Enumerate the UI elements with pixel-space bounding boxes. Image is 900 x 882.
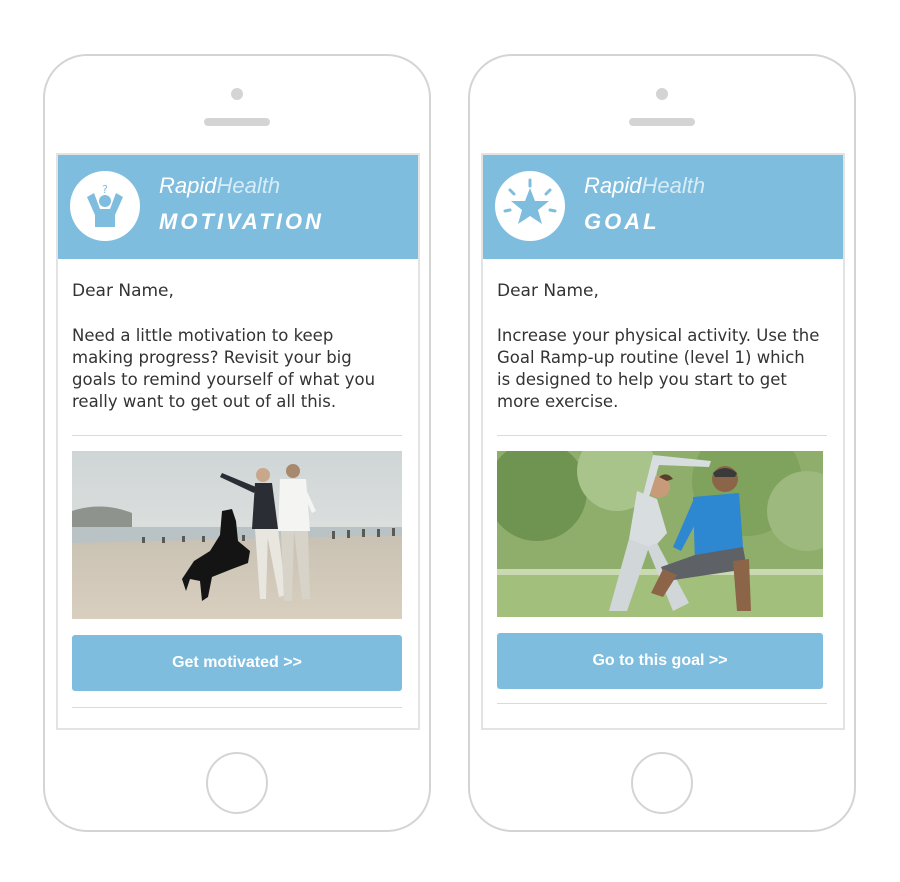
email-greeting: Dear Name, xyxy=(72,281,174,301)
phone-speaker xyxy=(204,118,270,126)
couple-with-dog-on-beach-photo xyxy=(72,451,402,619)
svg-text:?: ? xyxy=(102,183,108,196)
email-body-text: Need a little motivation to keep making … xyxy=(72,326,376,411)
phone-frame-motivation: ? RapidHealth MOTIVATION Dear Name, Need… xyxy=(43,54,431,832)
email-header: RapidHealth GOAL xyxy=(483,155,843,259)
get-motivated-button[interactable]: Get motivated >> xyxy=(72,635,402,691)
phone-speaker xyxy=(629,118,695,126)
email-screen-goal: RapidHealth GOAL Dear Name, Increase you… xyxy=(481,153,845,730)
brand-name: RapidHealth xyxy=(584,173,706,198)
email-body-text: Increase your physical activity. Use the… xyxy=(497,326,820,411)
divider xyxy=(72,435,402,436)
email-category-title: MOTIVATION xyxy=(159,209,324,234)
email-screen-motivation: ? RapidHealth MOTIVATION Dear Name, Need… xyxy=(56,153,420,730)
person-cheering-icon: ? xyxy=(70,171,140,241)
phone-home-button xyxy=(631,752,693,814)
phone-home-button xyxy=(206,752,268,814)
divider xyxy=(72,707,402,708)
email-category-title: GOAL xyxy=(584,209,660,234)
phone-camera xyxy=(656,88,668,100)
phone-frame-goal: RapidHealth GOAL Dear Name, Increase you… xyxy=(468,54,856,832)
go-to-this-goal-button[interactable]: Go to this goal >> xyxy=(497,633,823,689)
star-burst-icon xyxy=(495,171,565,241)
brand-name: RapidHealth xyxy=(159,173,281,198)
divider xyxy=(497,703,827,704)
email-greeting: Dear Name, xyxy=(497,281,599,301)
phone-camera xyxy=(231,88,243,100)
couple-stretching-in-park-photo xyxy=(497,451,823,617)
email-header: ? RapidHealth MOTIVATION xyxy=(58,155,418,259)
divider xyxy=(497,435,827,436)
